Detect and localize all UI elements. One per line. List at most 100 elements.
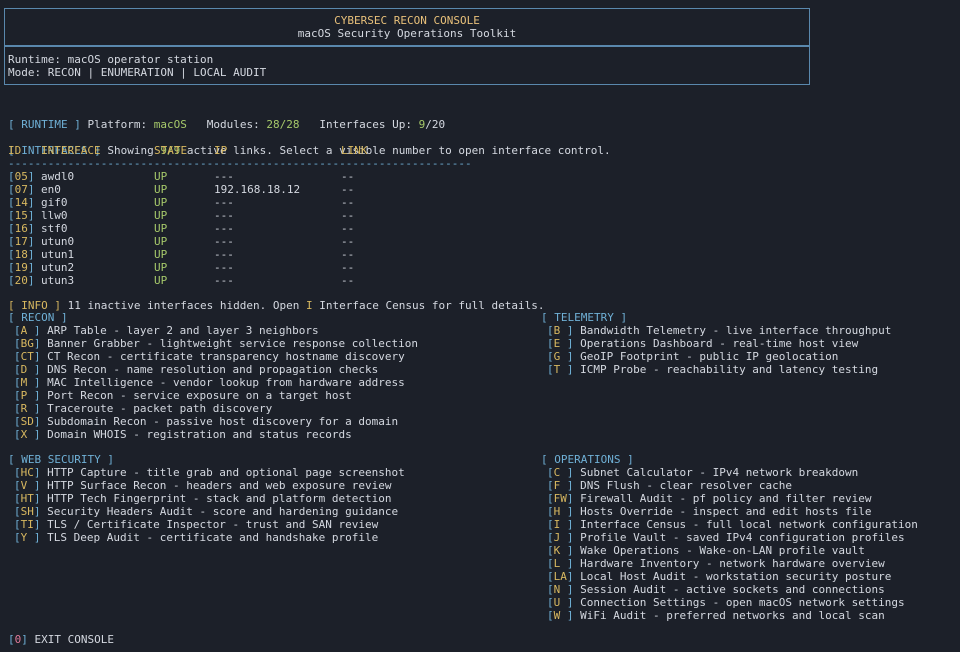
recon-item[interactable]: [SD] Subdomain Recon - passive host disc… [14, 415, 398, 428]
interface-id-value: 15 [14, 209, 28, 222]
interface-id[interactable]: [05] [8, 170, 35, 183]
exit-console-item[interactable]: [0] EXIT CONSOLE [8, 633, 114, 646]
interface-id[interactable]: [17] [8, 235, 35, 248]
bracket-open: [ [8, 222, 15, 235]
interface-name: utun0 [41, 235, 75, 248]
interface-id-value: 14 [14, 196, 28, 209]
bracket-close: ] [566, 518, 574, 531]
operations-item-key: K [553, 544, 567, 557]
web-security-item-label: TLS / Certificate Inspector - trust and … [47, 518, 379, 531]
interface-id[interactable]: [19] [8, 261, 35, 274]
operations-item-label: Hosts Override - inspect and edit hosts … [580, 505, 872, 518]
web-security-item[interactable]: [SH] Security Headers Audit - score and … [14, 505, 398, 518]
web-security-item[interactable]: [TI] TLS / Certificate Inspector - trust… [14, 518, 378, 531]
bracket-close: ] [33, 518, 41, 531]
bracket-open: [ [14, 531, 21, 544]
interface-id[interactable]: [07] [8, 183, 35, 196]
web-security-item[interactable]: [Y ] TLS Deep Audit - certificate and ha… [14, 531, 378, 544]
bracket-close: ] [566, 570, 574, 583]
telemetry-item[interactable]: [B ] Bandwidth Telemetry - live interfac… [547, 324, 891, 337]
interface-state: UP [154, 222, 168, 235]
web-security-item[interactable]: [V ] HTTP Surface Recon - headers and we… [14, 479, 392, 492]
operations-item-label: Local Host Audit - workstation security … [580, 570, 892, 583]
info-key[interactable]: I [306, 299, 313, 312]
operations-item[interactable]: [J ] Profile Vault - saved IPv4 configur… [547, 531, 905, 544]
telemetry-item-key: G [553, 350, 567, 363]
telemetry-item[interactable]: [T ] ICMP Probe - reachability and laten… [547, 363, 878, 376]
operations-item-label: Connection Settings - open macOS network… [580, 596, 905, 609]
recon-item-key: P [20, 389, 34, 402]
interface-id[interactable]: [14] [8, 196, 35, 209]
bracket-close: ] [33, 389, 41, 402]
table-row[interactable]: [19] [8, 261, 488, 274]
console-subtitle: macOS Security Operations Toolkit [297, 27, 517, 40]
recon-item[interactable]: [A ] ARP Table - layer 2 and layer 3 nei… [14, 324, 319, 337]
bracket-close: ] [27, 170, 35, 183]
recon-item[interactable]: [D ] DNS Recon - name resolution and pro… [14, 363, 378, 376]
interfaces-summary-post: active links. Select a visible number to… [186, 144, 611, 157]
table-row[interactable]: [18] [8, 248, 488, 261]
recon-item-label: Traceroute - packet path discovery [47, 402, 273, 415]
bracket-open: [ [8, 196, 15, 209]
operations-item-label: Subnet Calculator - IPv4 network breakdo… [580, 466, 859, 479]
bracket-close: ] [33, 363, 41, 376]
operations-item[interactable]: [K ] Wake Operations - Wake-on-LAN profi… [547, 544, 865, 557]
web-security-item-label: HTTP Tech Fingerprint - stack and platfo… [47, 492, 392, 505]
web-security-item-label: TLS Deep Audit - certificate and handsha… [47, 531, 379, 544]
operations-heading: [ OPERATIONS ] [541, 453, 634, 466]
interface-id[interactable]: [16] [8, 222, 35, 235]
recon-item[interactable]: [BG] Banner Grabber - lightweight servic… [14, 337, 418, 350]
info-line: [ INFO ] 11 inactive interfaces hidden. … [8, 286, 544, 312]
interface-link: -- [341, 235, 355, 248]
interface-name: stf0 [41, 222, 68, 235]
bracket-close: ] [33, 505, 41, 518]
recon-item[interactable]: [P ] Port Recon - service exposure on a … [14, 389, 352, 402]
bracket-open: [ [14, 324, 21, 337]
bracket-open: [ [547, 609, 554, 622]
interface-id[interactable]: [18] [8, 248, 35, 261]
col-link: LINK [341, 144, 368, 157]
bracket-open: [ [547, 492, 554, 505]
interface-state: UP [154, 261, 168, 274]
bracket-close: ] [33, 350, 41, 363]
interface-ip: --- [214, 196, 234, 209]
operations-item[interactable]: [H ] Hosts Override - inspect and edit h… [547, 505, 872, 518]
platform-value: macOS [153, 118, 187, 131]
operations-item[interactable]: [FW] Firewall Audit - pf policy and filt… [547, 492, 872, 505]
table-row[interactable]: [14] [8, 196, 488, 209]
interface-state: UP [154, 170, 168, 183]
bracket-open: [ [547, 479, 554, 492]
operations-item[interactable]: [N ] Session Audit - active sockets and … [547, 583, 885, 596]
operations-item[interactable]: [I ] Interface Census - full local netwo… [547, 518, 918, 531]
table-row[interactable]: [16] [8, 222, 488, 235]
recon-item[interactable]: [M ] MAC Intelligence - vendor lookup fr… [14, 376, 405, 389]
interface-id[interactable]: [15] [8, 209, 35, 222]
operations-item[interactable]: [L ] Hardware Inventory - network hardwa… [547, 557, 885, 570]
operations-item[interactable]: [LA] Local Host Audit - workstation secu… [547, 570, 891, 583]
telemetry-item[interactable]: [E ] Operations Dashboard - real-time ho… [547, 337, 858, 350]
web-security-item-key: TI [20, 518, 34, 531]
operations-item[interactable]: [W ] WiFi Audit - preferred networks and… [547, 609, 885, 622]
operations-item-key: L [553, 557, 567, 570]
col-interface: INTERFACE [41, 144, 101, 157]
table-row[interactable]: [15] [8, 209, 488, 222]
operations-item[interactable]: [C ] Subnet Calculator - IPv4 network br… [547, 466, 858, 479]
web-security-item[interactable]: [HT] HTTP Tech Fingerprint - stack and p… [14, 492, 392, 505]
bracket-close: ] [566, 505, 574, 518]
interface-ip: --- [214, 235, 234, 248]
operations-item[interactable]: [U ] Connection Settings - open macOS ne… [547, 596, 905, 609]
bracket-close: ] [566, 596, 574, 609]
recon-item[interactable]: [R ] Traceroute - packet path discovery [14, 402, 272, 415]
bracket-open: [ [8, 209, 15, 222]
table-row[interactable]: [05] [8, 170, 488, 183]
operations-item[interactable]: [F ] DNS Flush - clear resolver cache [547, 479, 792, 492]
telemetry-item[interactable]: [G ] GeoIP Footprint - public IP geoloca… [547, 350, 838, 363]
bracket-close: ] [566, 324, 574, 337]
interfaces-label: Interfaces Up: [319, 118, 413, 131]
recon-item[interactable]: [CT] CT Recon - certificate transparency… [14, 350, 405, 363]
interface-name: utun2 [41, 261, 75, 274]
table-row[interactable]: [17] [8, 235, 488, 248]
web-security-item[interactable]: [HC] HTTP Capture - title grab and optio… [14, 466, 405, 479]
recon-item[interactable]: [X ] Domain WHOIS - registration and sta… [14, 428, 352, 441]
bracket-open: [ [547, 324, 554, 337]
